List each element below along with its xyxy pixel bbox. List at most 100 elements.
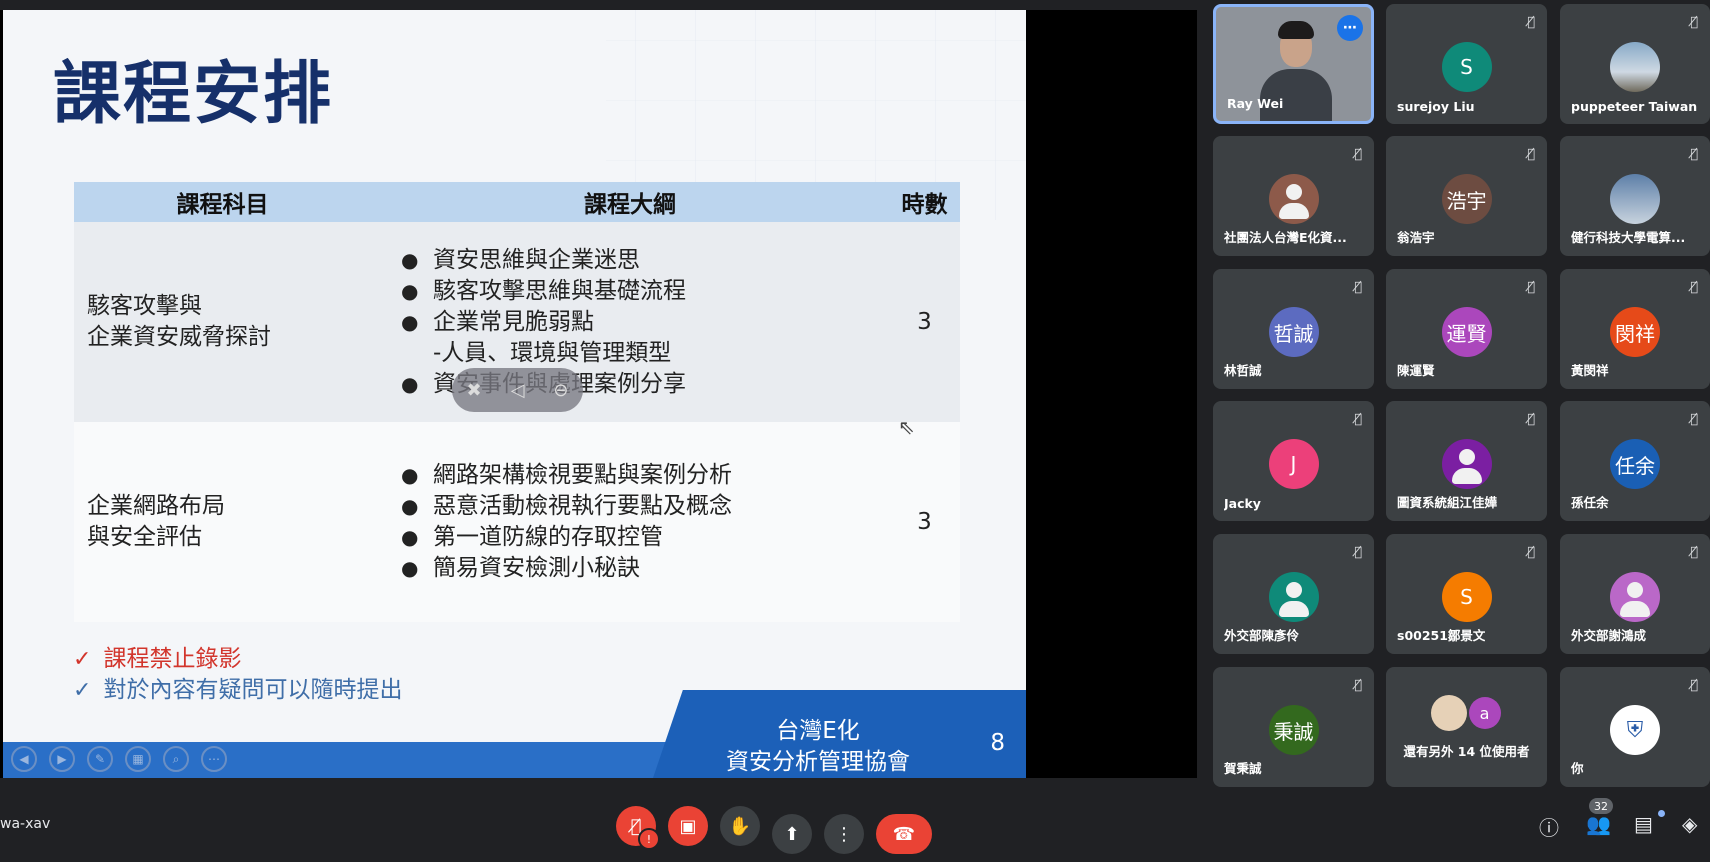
microphone-button[interactable]: 🎙̸ ! xyxy=(616,806,660,850)
outline-item: 駭客攻擊思維與基礎流程 xyxy=(401,276,888,307)
avatar: J xyxy=(1268,439,1319,489)
participant-name: 外交部陳彥伶 xyxy=(1224,628,1300,643)
participant-tile[interactable]: 🎙̸ 外交部謝鴻成 xyxy=(1560,534,1710,654)
participant-name: Jacky xyxy=(1224,496,1261,511)
mic-off-icon: 🎙̸ xyxy=(1690,545,1698,560)
participant-tile[interactable]: 🎙̸ 圖資系統組江佳嬅 xyxy=(1386,401,1547,521)
participant-tile[interactable]: 🎙̸ S surejoy Liu xyxy=(1386,4,1547,124)
end-call-icon: ☎ xyxy=(892,823,916,845)
participant-name: s00251鄒景文 xyxy=(1397,628,1486,643)
present-icon: ⬆ xyxy=(784,823,800,845)
avatar: S xyxy=(1441,572,1492,622)
participant-tile[interactable]: 🎙̸ 哲誠 林哲誠 xyxy=(1213,269,1374,389)
zoom-icon[interactable]: ⌕ xyxy=(163,746,189,772)
participant-name: 翁浩宇 xyxy=(1397,230,1435,245)
subject-line: 企業網路布局 xyxy=(87,493,225,519)
avatar: 哲誠 xyxy=(1268,307,1319,357)
participant-name: Ray Wei xyxy=(1227,96,1284,111)
participant-tile[interactable]: 🎙̸ 社團法人台灣E化資... xyxy=(1213,136,1374,256)
outline-item: 簡易資安檢測小秘訣 xyxy=(401,553,888,584)
more-options-icon[interactable]: ⋯ xyxy=(1337,15,1363,41)
participant-name: 賀秉誠 xyxy=(1224,761,1262,776)
participant-name: 孫任余 xyxy=(1571,495,1609,510)
avatar xyxy=(1610,174,1660,224)
camera-off-icon: ▣ xyxy=(679,815,697,837)
course-hours: 3 xyxy=(889,422,960,622)
participant-name: 林哲誠 xyxy=(1224,363,1262,378)
camera-button[interactable]: ▣ xyxy=(668,806,708,846)
participant-name: 外交部謝鴻成 xyxy=(1571,628,1647,643)
subject-line: 與安全評估 xyxy=(87,524,202,550)
participant-tile-self[interactable]: 🎙̸ ⛨ 你 xyxy=(1560,667,1710,787)
participant-tile[interactable]: 🎙̸ 閔祥 黃閔祥 xyxy=(1560,269,1710,389)
end-call-button[interactable]: ☎ xyxy=(876,814,932,854)
pin-icon[interactable]: ✖ xyxy=(466,380,481,401)
more-icon[interactable]: ⋯ xyxy=(201,746,227,772)
participant-name: 黃閔祥 xyxy=(1571,363,1609,378)
raise-hand-icon: ✋ xyxy=(728,815,752,837)
mic-off-icon: 🎙̸ xyxy=(1354,678,1362,693)
notification-dot xyxy=(1658,810,1665,817)
participant-tile[interactable]: 🎙̸ S s00251鄒景文 xyxy=(1386,534,1547,654)
mic-off-icon: 🎙̸ xyxy=(1690,678,1698,693)
org-name: 台灣E化 資安分析管理協會 xyxy=(693,716,943,778)
course-outline: 資安思維與企業迷思 駭客攻擊思維與基礎流程 企業常見脆弱點 -人員、環境與管理類… xyxy=(371,222,889,422)
mic-off-icon: 🎙̸ xyxy=(1354,412,1362,427)
mic-off-icon: 🎙̸ xyxy=(1690,147,1698,162)
participant-name: surejoy Liu xyxy=(1397,99,1475,114)
note-text: 對於內容有疑問可以隨時提出 xyxy=(103,677,403,703)
outline-item: 網路架構檢視要點與案例分析 xyxy=(401,460,888,491)
participant-name: 圖資系統組江佳嬅 xyxy=(1397,495,1498,510)
org-name-line: 台灣E化 xyxy=(776,718,860,744)
participant-tile[interactable]: ⋯ Ray Wei xyxy=(1213,4,1374,124)
avatar xyxy=(1610,572,1660,622)
slides-view-icon[interactable]: ▦ xyxy=(125,746,151,772)
participant-tile[interactable]: 🎙̸ 浩宇 翁浩宇 xyxy=(1386,136,1547,256)
participant-tile[interactable]: 🎙̸ puppeteer Taiwan xyxy=(1560,4,1710,124)
mic-off-icon: 🎙̸ xyxy=(1690,412,1698,427)
slideshow-controls: ◀ ▶ ✎ ▦ ⌕ ⋯ xyxy=(11,746,227,772)
course-subject: 企業網路布局 與安全評估 xyxy=(74,422,371,622)
remove-icon[interactable]: ⊖ xyxy=(553,380,568,401)
participant-tile[interactable]: 🎙̸ 外交部陳彥伶 xyxy=(1213,534,1374,654)
raise-hand-button[interactable]: ✋ xyxy=(720,806,760,846)
presentation-stage: 課程安排 課程科目 課程大綱 時數 駭客攻擊與 企業資安威脅探討 資安思維與企業… xyxy=(0,10,1197,778)
participant-tile[interactable]: 🎙̸ 運賢 陳運賢 xyxy=(1386,269,1547,389)
participant-tile[interactable]: 🎙̸ 健行科技大學電算... xyxy=(1560,136,1710,256)
present-button[interactable]: ⬆ xyxy=(772,814,812,854)
participant-tile[interactable]: 🎙̸ J Jacky xyxy=(1213,401,1374,521)
previous-slide-icon[interactable]: ◀ xyxy=(11,746,37,772)
avatar xyxy=(1430,695,1467,731)
outline-item: 企業常見脆弱點 xyxy=(401,307,888,338)
table-header: 課程科目 xyxy=(74,182,371,222)
mic-off-icon: 🎙̸ xyxy=(1354,280,1362,295)
outline-item: 惡意活動檢視執行要點及概念 xyxy=(401,491,888,522)
course-hours: 3 xyxy=(889,222,960,422)
table-row: 企業網路布局 與安全評估 網路架構檢視要點與案例分析 惡意活動檢視執行要點及概念… xyxy=(74,422,960,622)
slide-footer-org: 台灣E化 資安分析管理協會 8 xyxy=(653,690,1026,778)
mic-off-icon: 🎙̸ xyxy=(1527,545,1535,560)
mouse-cursor-icon: ⇖ xyxy=(898,415,915,439)
table-header-row: 課程科目 課程大綱 時數 xyxy=(74,182,960,222)
avatar xyxy=(1268,174,1319,224)
info-icon[interactable]: ⓘ xyxy=(1539,812,1559,841)
mic-off-icon: 🎙̸ xyxy=(1690,280,1698,295)
avatar: 秉誠 xyxy=(1268,705,1319,755)
others-tile[interactable]: a 還有另外 14 位使用者 xyxy=(1386,667,1547,787)
activities-icon[interactable]: ◈ xyxy=(1682,812,1697,836)
avatar: 浩宇 xyxy=(1441,174,1492,224)
more-options-icon: ⋮ xyxy=(835,823,853,845)
mic-off-icon: 🎙̸ xyxy=(1527,412,1535,427)
avatar xyxy=(1441,439,1492,489)
mic-off-icon: 🎙̸ xyxy=(1690,15,1698,30)
more-options-button[interactable]: ⋮ xyxy=(824,814,864,854)
pen-icon[interactable]: ✎ xyxy=(87,746,113,772)
outline-item: 資安思維與企業迷思 xyxy=(401,245,888,276)
avatar: 任余 xyxy=(1610,439,1660,489)
mute-icon[interactable]: ◁ xyxy=(511,380,525,401)
next-slide-icon[interactable]: ▶ xyxy=(49,746,75,772)
participant-tile[interactable]: 🎙̸ 任余 孫任余 xyxy=(1560,401,1710,521)
participant-tile[interactable]: 🎙̸ 秉誠 賀秉誠 xyxy=(1213,667,1374,787)
chat-icon[interactable]: ▤ xyxy=(1634,812,1653,836)
people-icon[interactable]: 👥 xyxy=(1586,812,1611,836)
